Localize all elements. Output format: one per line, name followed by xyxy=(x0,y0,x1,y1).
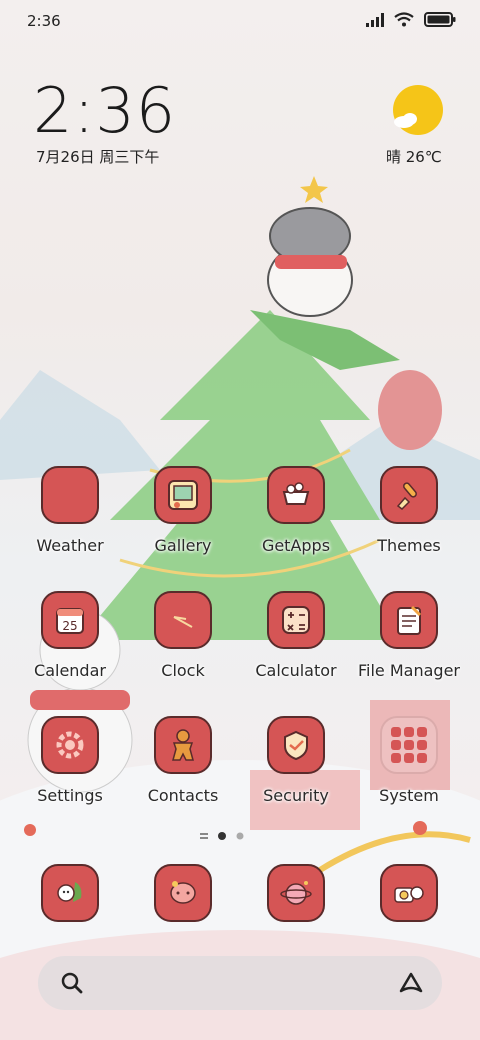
sunny-cloud-icon[interactable] xyxy=(392,84,444,136)
app-gallery[interactable]: Gallery xyxy=(128,466,238,578)
app-label: Calculator xyxy=(255,661,337,680)
app-clock[interactable]: Clock xyxy=(128,591,238,703)
home-screen: 2:36 2:36 7月26日 周三下午 晴 26℃ Weather Galle… xyxy=(0,0,480,1040)
gingerbread-contacts-icon xyxy=(154,716,212,774)
gallery-icon xyxy=(154,466,212,524)
page-dot-current xyxy=(218,832,226,840)
app-label: File Manager xyxy=(358,661,460,680)
app-label: Clock xyxy=(161,661,205,680)
themes-brush-icon xyxy=(380,466,438,524)
app-label: Settings xyxy=(37,786,103,805)
app-settings[interactable]: Settings xyxy=(15,716,125,828)
app-label: Themes xyxy=(377,536,441,555)
search-bar[interactable] xyxy=(38,956,442,1010)
search-icon[interactable] xyxy=(60,971,84,995)
clock-widget-date[interactable]: 7月26日 周三下午 xyxy=(36,146,159,167)
app-file-manager[interactable]: File Manager xyxy=(354,591,464,703)
messages-icon xyxy=(154,864,212,922)
clock-widget-time[interactable]: 2:36 xyxy=(33,74,176,147)
app-label: Security xyxy=(263,786,329,805)
status-bar: 2:36 xyxy=(0,0,480,44)
page-indicator-lines xyxy=(200,833,208,835)
clock-icon xyxy=(154,591,212,649)
app-weather[interactable]: Weather xyxy=(15,466,125,578)
settings-gear-icon xyxy=(41,716,99,774)
weather-app-icon xyxy=(41,466,99,524)
security-shield-icon xyxy=(267,716,325,774)
assistant-icon[interactable] xyxy=(398,971,424,995)
file-manager-icon xyxy=(380,591,438,649)
page-indicator[interactable] xyxy=(198,831,258,841)
app-system-folder[interactable]: System xyxy=(354,716,464,828)
app-label: Gallery xyxy=(154,536,212,555)
app-label: Contacts xyxy=(147,786,219,805)
status-time: 2:36 xyxy=(27,12,61,30)
calendar-icon: 25 xyxy=(41,591,99,649)
app-calendar[interactable]: 25 Calendar xyxy=(15,591,125,703)
signal-icon xyxy=(366,12,384,27)
phone-cat-icon xyxy=(41,864,99,922)
app-calculator[interactable]: Calculator xyxy=(241,591,351,703)
app-label: Weather xyxy=(36,536,104,555)
wifi-icon xyxy=(394,12,414,27)
camera-cat-icon xyxy=(380,864,438,922)
browser-planet-icon xyxy=(267,864,325,922)
weather-widget-text[interactable]: 晴 26℃ xyxy=(386,146,442,167)
folder-icon xyxy=(380,716,438,774)
app-getapps[interactable]: GetApps xyxy=(241,466,351,578)
app-themes[interactable]: Themes xyxy=(354,466,464,578)
app-label: System xyxy=(379,786,439,805)
app-security[interactable]: Security xyxy=(241,716,351,828)
app-contacts[interactable]: Contacts xyxy=(128,716,238,828)
app-label: GetApps xyxy=(261,536,331,555)
battery-icon xyxy=(424,12,456,27)
getapps-icon xyxy=(267,466,325,524)
calculator-icon xyxy=(267,591,325,649)
calendar-day: 25 xyxy=(62,619,77,633)
page-dot xyxy=(236,832,244,840)
app-label: Calendar xyxy=(34,661,106,680)
